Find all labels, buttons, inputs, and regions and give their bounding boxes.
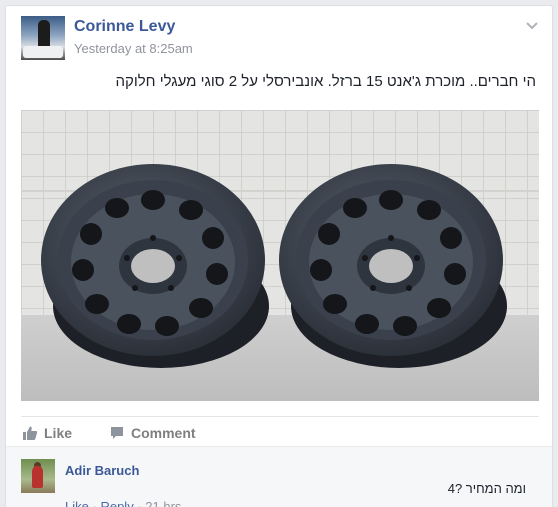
post-actions-bar: Like Comment — [21, 416, 539, 450]
meta-separator: · — [92, 499, 97, 507]
like-button[interactable]: Like — [22, 425, 72, 441]
chevron-down-icon[interactable] — [525, 18, 539, 32]
author-name[interactable]: Corinne Levy — [74, 18, 175, 36]
comment-time[interactable]: 21 hrs — [145, 499, 181, 507]
comment-meta: Like · Reply · 21 hrs — [65, 499, 181, 507]
post-timestamp[interactable]: Yesterday at 8:25am — [74, 41, 193, 56]
like-label: Like — [44, 425, 73, 441]
speech-bubble-icon — [111, 427, 123, 439]
post-text: הי חברים.. מוכרת ג'אנט 15 ברזל. אונבירסל… — [115, 73, 536, 90]
author-avatar[interactable] — [21, 16, 65, 60]
commenter-name[interactable]: Adir Baruch — [65, 463, 139, 478]
comment-like-link[interactable]: Like — [65, 499, 89, 507]
comment-text: ומה המחיר ?4 — [447, 481, 526, 496]
post-card: Corinne Levy Yesterday at 8:25am הי חברי… — [5, 5, 553, 507]
commenter-avatar[interactable] — [21, 459, 55, 493]
thumbs-up-icon — [23, 426, 38, 440]
meta-separator: · — [137, 499, 142, 507]
comments-section: Adir Baruch ומה המחיר ?4 Like · Reply · … — [6, 446, 552, 507]
comment-reply-link[interactable]: Reply — [100, 499, 133, 507]
comment-button[interactable]: Comment — [109, 425, 196, 441]
comment-label: Comment — [131, 425, 196, 441]
post-photo[interactable] — [21, 110, 539, 401]
